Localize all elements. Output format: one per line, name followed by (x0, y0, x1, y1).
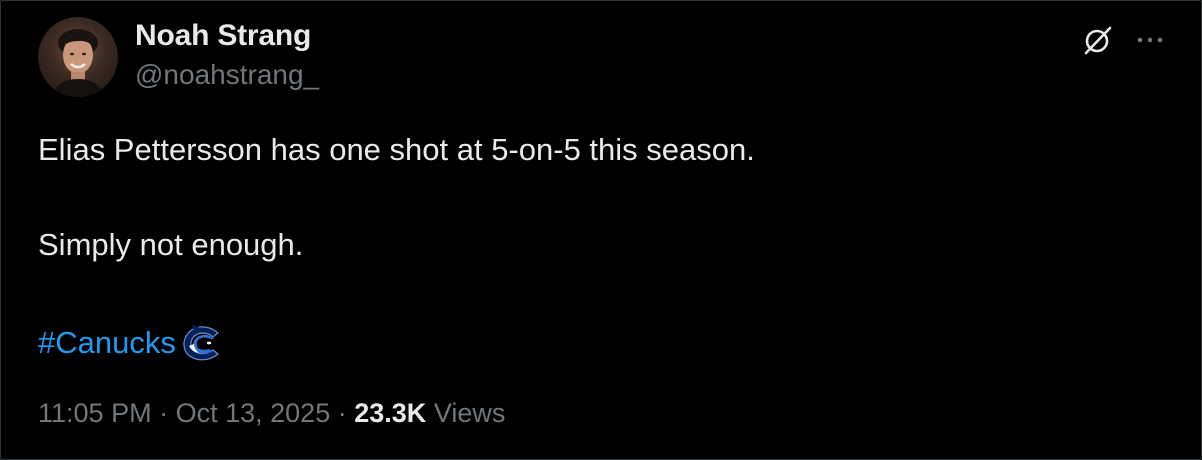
meta-separator: · (337, 398, 347, 428)
views-label: Views (433, 398, 506, 428)
avatar[interactable] (38, 17, 118, 97)
tweet-text-line: Elias Pettersson has one shot at 5-on-5 … (38, 132, 755, 167)
hashtag-link[interactable]: #Canucks (38, 325, 176, 361)
hashtag-row: #Canucks (38, 321, 224, 365)
avatar-photo (52, 29, 104, 97)
tweet-time[interactable]: 11:05 PM (38, 398, 152, 428)
tweet-meta: 11:05 PM · Oct 13, 2025 · 23.3K Views (38, 398, 505, 429)
more-options-icon[interactable] (1133, 23, 1167, 57)
tweet-date[interactable]: Oct 13, 2025 (176, 398, 331, 428)
user-handle[interactable]: @noahstrang_ (135, 59, 319, 91)
meta-separator: · (159, 398, 169, 428)
tweet-card: Noah Strang @noahstrang_ Elias Pettersso… (0, 0, 1202, 460)
tweet-text-line: Simply not enough. (38, 227, 304, 262)
canucks-logo-icon (183, 324, 219, 361)
views-count: 23.3K (354, 398, 427, 428)
grok-icon[interactable] (1081, 23, 1115, 57)
display-name[interactable]: Noah Strang (135, 19, 311, 53)
